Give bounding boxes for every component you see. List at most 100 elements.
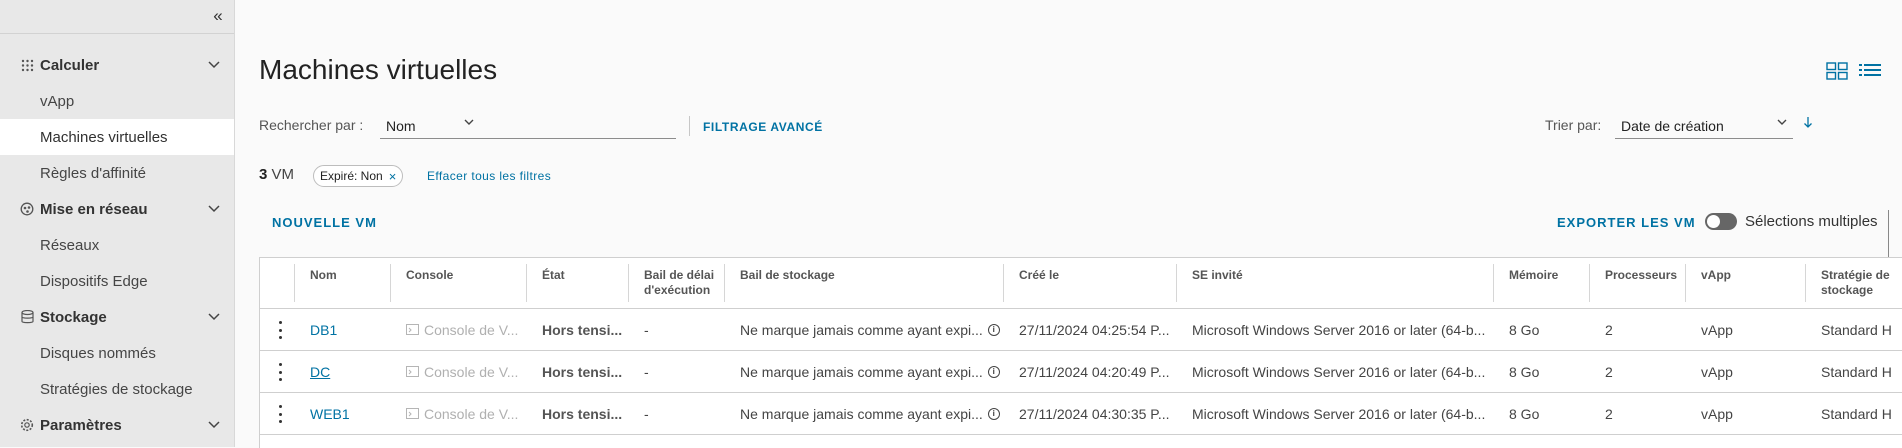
console-link[interactable]: Console de V... bbox=[390, 406, 518, 422]
sidebar-item-regles-affinite[interactable]: Règles d'affinité bbox=[0, 155, 234, 191]
new-vm-button[interactable]: NOUVELLE VM bbox=[272, 215, 377, 230]
more-actions-icon[interactable] bbox=[278, 405, 282, 423]
sidebar-group-mise-en-reseau[interactable]: Mise en réseau bbox=[0, 191, 234, 227]
search-field-select[interactable]: Nom bbox=[380, 114, 676, 139]
chevron-down-icon bbox=[208, 418, 220, 432]
sidebar-group-stockage[interactable]: Stockage bbox=[0, 299, 234, 335]
info-icon[interactable]: i bbox=[987, 365, 1000, 378]
column-header-memoire[interactable]: Mémoire bbox=[1493, 258, 1583, 308]
column-header-nom[interactable]: Nom bbox=[294, 258, 374, 308]
storage-lease: Ne marque jamais comme ayant expi... bbox=[740, 363, 983, 380]
more-actions-icon[interactable] bbox=[278, 363, 282, 381]
console-icon bbox=[406, 324, 419, 335]
chevron-down-icon bbox=[208, 310, 220, 324]
sidebar-item-dispositifs-edge[interactable]: Dispositifs Edge bbox=[0, 263, 234, 299]
cpu-count: 2 bbox=[1605, 363, 1613, 380]
column-header-bail-de-stockage[interactable]: Bail de stockage bbox=[724, 258, 996, 308]
filter-chip-label: Expiré: Non bbox=[320, 169, 383, 183]
sidebar: « Calculer vApp Machines virtuelles Règl… bbox=[0, 0, 235, 447]
column-header-processeurs[interactable]: Processeurs bbox=[1589, 258, 1679, 308]
vapp-name: vApp bbox=[1701, 405, 1733, 422]
search-field-value: Nom bbox=[386, 118, 416, 134]
sidebar-group-parametres[interactable]: Paramètres bbox=[0, 407, 234, 443]
vm-state: Hors tensi... bbox=[542, 363, 623, 380]
sidebar-item-reseaux[interactable]: Réseaux bbox=[0, 227, 234, 263]
console-link[interactable]: Console de V... bbox=[390, 322, 518, 338]
page-title: Machines virtuelles bbox=[259, 54, 498, 85]
database-icon bbox=[20, 310, 34, 324]
sidebar-item-label: Dispositifs Edge bbox=[40, 272, 148, 290]
created-date: 27/11/2024 04:20:49 P... bbox=[1019, 363, 1170, 380]
sidebar-group-calculer[interactable]: Calculer bbox=[0, 47, 234, 83]
table-row[interactable]: WEB1 Console de V... Hors tensi... - Ne … bbox=[260, 393, 1902, 435]
table-row[interactable]: DB1 Console de V... Hors tensi... - Ne m… bbox=[260, 309, 1902, 351]
storage-lease: Ne marque jamais comme ayant expi... bbox=[740, 405, 983, 422]
filter-chip[interactable]: Expiré: Non × bbox=[313, 165, 404, 187]
sidebar-item-vapp[interactable]: vApp bbox=[0, 83, 234, 119]
vm-name-link[interactable]: WEB1 bbox=[294, 406, 350, 422]
multi-select-toggle[interactable] bbox=[1705, 213, 1737, 230]
runtime-lease: - bbox=[644, 405, 649, 422]
column-header-etat[interactable]: État bbox=[526, 258, 622, 308]
sidebar-item-label: vApp bbox=[40, 92, 75, 110]
chevron-down-icon bbox=[1777, 117, 1787, 129]
created-date: 27/11/2024 04:30:35 P... bbox=[1019, 405, 1170, 422]
sort-by-label: Trier par: bbox=[1545, 117, 1602, 133]
sidebar-item-label: Stratégies de stockage bbox=[40, 380, 193, 398]
sort-field-select[interactable]: Date de création bbox=[1615, 114, 1793, 139]
runtime-lease: - bbox=[644, 363, 649, 380]
column-header-se-invite[interactable]: SE invité bbox=[1176, 258, 1486, 308]
sidebar-item-label: Règles d'affinité bbox=[40, 164, 146, 182]
console-link[interactable]: Console de V... bbox=[390, 364, 518, 380]
console-icon bbox=[406, 366, 419, 377]
close-icon[interactable]: × bbox=[389, 169, 397, 184]
vm-count: 3 VM bbox=[259, 166, 294, 183]
sidebar-item-label: Disques nommés bbox=[40, 344, 156, 362]
collapse-sidebar-icon[interactable]: « bbox=[208, 6, 228, 26]
sidebar-group-label: Stockage bbox=[40, 308, 107, 326]
memory: 8 Go bbox=[1509, 405, 1540, 422]
view-switcher bbox=[1825, 61, 1882, 81]
sidebar-item-disques-nommes[interactable]: Disques nommés bbox=[0, 335, 234, 371]
table-row[interactable]: DC Console de V... Hors tensi... - Ne ma… bbox=[260, 351, 1902, 393]
clear-filters-link[interactable]: Effacer tous les filtres bbox=[427, 169, 551, 183]
export-vm-button[interactable]: EXPORTER LES VM bbox=[1557, 215, 1696, 230]
more-actions-icon[interactable] bbox=[278, 321, 282, 339]
advanced-filter-button[interactable]: FILTRAGE AVANCÉ bbox=[703, 120, 823, 134]
storage-policy: Standard H bbox=[1821, 405, 1892, 422]
table-header: Nom Console État Bail de délai d'exécuti… bbox=[260, 258, 1902, 309]
sidebar-item-strategies-de-stockage[interactable]: Stratégies de stockage bbox=[0, 371, 234, 407]
memory: 8 Go bbox=[1509, 363, 1540, 380]
multi-select-label: Sélections multiples bbox=[1745, 213, 1878, 230]
sidebar-group-label: Mise en réseau bbox=[40, 200, 148, 218]
sort-field-value: Date de création bbox=[1621, 118, 1724, 134]
divider bbox=[689, 116, 690, 136]
sidebar-group-label: Paramètres bbox=[40, 416, 122, 434]
card-view-icon[interactable] bbox=[1825, 61, 1849, 81]
created-date: 27/11/2024 04:25:54 P... bbox=[1019, 321, 1170, 338]
toggle-knob bbox=[1707, 215, 1720, 228]
vm-name-link[interactable]: DC bbox=[294, 364, 330, 380]
column-header-vapp[interactable]: vApp bbox=[1685, 258, 1799, 308]
sidebar-item-label: Machines virtuelles bbox=[40, 128, 168, 146]
storage-lease: Ne marque jamais comme ayant expi... bbox=[740, 321, 983, 338]
sidebar-item-machines-virtuelles[interactable]: Machines virtuelles bbox=[0, 119, 234, 155]
column-header-bail-delai-execution[interactable]: Bail de délai d'exécution bbox=[628, 258, 724, 308]
search-by-label: Rechercher par : bbox=[259, 117, 364, 133]
memory: 8 Go bbox=[1509, 321, 1540, 338]
column-header-console[interactable]: Console bbox=[390, 258, 520, 308]
column-header-cree-le[interactable]: Créé le bbox=[1003, 258, 1169, 308]
column-header-strategie-de-stockage[interactable]: Stratégie de stockage bbox=[1805, 258, 1902, 308]
grid-dots-icon bbox=[20, 58, 34, 72]
vm-name-link[interactable]: DB1 bbox=[294, 322, 337, 338]
vm-count-number: 3 bbox=[259, 166, 268, 183]
sort-direction-arrow-icon[interactable] bbox=[1803, 116, 1813, 132]
vm-state: Hors tensi... bbox=[542, 405, 623, 422]
list-view-icon[interactable] bbox=[1858, 61, 1882, 81]
vm-count-unit: VM bbox=[271, 166, 295, 183]
chevron-down-icon bbox=[208, 202, 220, 216]
info-icon[interactable]: i bbox=[987, 323, 1000, 336]
info-icon[interactable]: i bbox=[987, 407, 1000, 420]
main-content: Machines virtuelles Rechercher par : Nom… bbox=[235, 0, 1902, 448]
sidebar-group-label: Calculer bbox=[40, 56, 100, 74]
